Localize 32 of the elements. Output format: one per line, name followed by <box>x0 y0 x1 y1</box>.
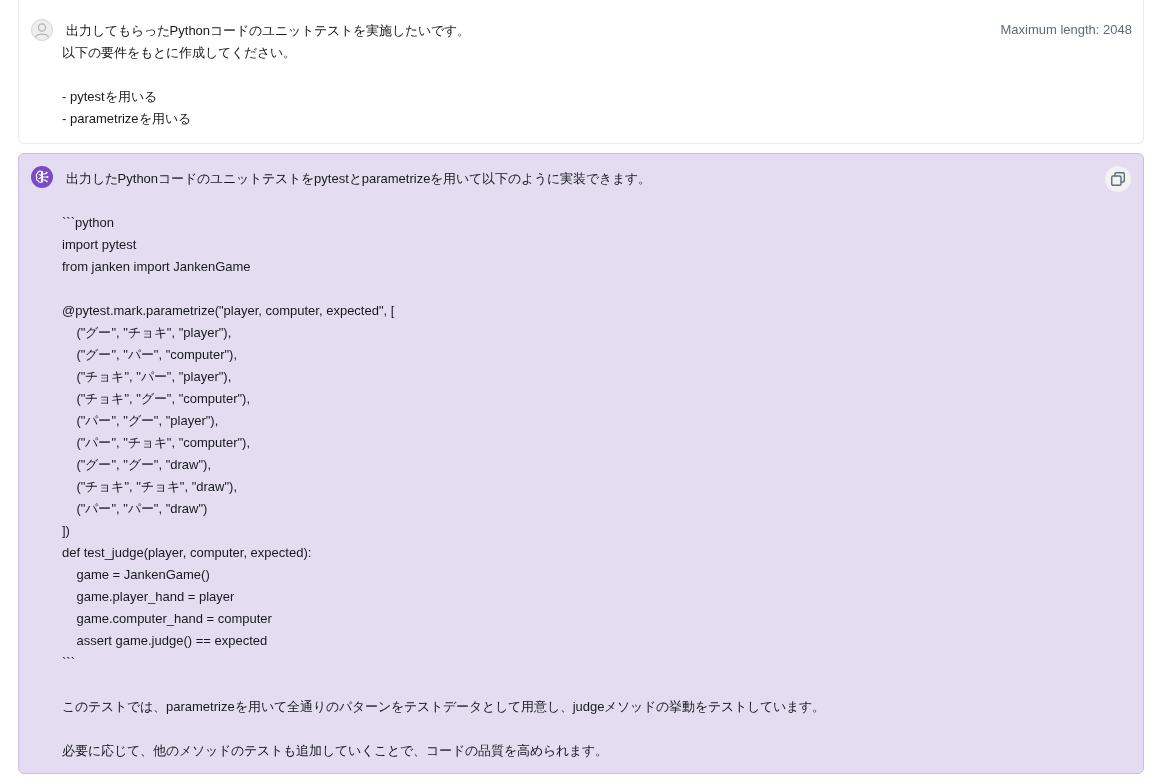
message-line: ]) <box>62 522 70 540</box>
message-line: ("パー", "グー", "player"), <box>75 412 219 430</box>
message-line: このテストでは、parametrizeを用いて全通りのパターンをテストデータとして用意し、judgeメソッドの挙動をテストしています。 <box>62 698 826 716</box>
message-line: from janken import JankenGame <box>62 258 251 276</box>
message-line: - pytestを用いる <box>62 88 157 106</box>
message-line: ("グー", "チョキ", "player"), <box>75 324 232 342</box>
user-avatar-icon <box>31 19 53 41</box>
message-line: 出力してもらったPythonコードのユニットテストを実施したいです。 <box>64 22 471 40</box>
message-line: @pytest.mark.parametrize("player, computer, expected", [ <box>62 302 395 320</box>
message-line: ("チョキ", "グー", "computer"), <box>75 390 251 408</box>
message-line: 必要に応じて、他のメソッドのテストも追加していくことで、コードの品質を高められます。 <box>62 742 608 760</box>
message-line: ("チョキ", "チョキ", "draw"), <box>75 478 238 496</box>
message-line: ("グー", "グー", "draw"), <box>75 456 212 474</box>
message-line: assert game.judge() == expected <box>75 632 268 650</box>
message-line: game.computer_hand = computer <box>75 610 272 628</box>
message-line: 以下の要件をもとに作成してください。 <box>62 44 296 62</box>
message-line: game = JankenGame() <box>75 566 210 584</box>
message-line: - parametrizeを用いる <box>62 110 191 128</box>
brain-icon <box>31 166 53 188</box>
message-line: 出力したPythonコードのユニットテストをpytestとparametrizeを用いて以下のように実装できます。 <box>64 170 652 188</box>
message-line: ```python <box>62 214 115 232</box>
copy-icon <box>1111 172 1125 186</box>
message-line: ("パー", "パー", "draw") <box>75 500 208 518</box>
message-line: ("チョキ", "パー", "player"), <box>75 368 232 386</box>
message-line: def test_judge(player, computer, expected): <box>62 544 312 562</box>
max-length-text: Maximum length: 2048 <box>1000 21 1132 39</box>
copy-button[interactable] <box>1105 166 1131 192</box>
message-line: import pytest <box>62 236 137 254</box>
message-line: ("パー", "チョキ", "computer"), <box>75 434 251 452</box>
message-line: ``` <box>62 654 75 672</box>
message-line: ("グー", "パー", "computer"), <box>75 346 238 364</box>
message-line: game.player_hand = player <box>75 588 235 606</box>
